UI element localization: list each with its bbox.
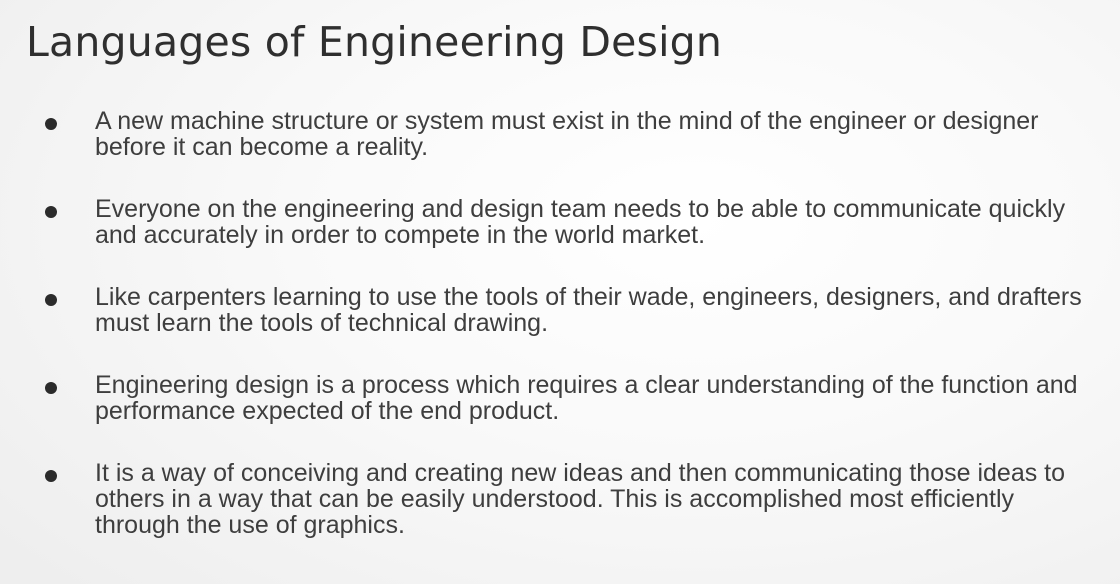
bullet-text: A new machine structure or system must e… xyxy=(95,107,1039,161)
presentation-slide: Languages of Engineering Design A new ma… xyxy=(0,0,1120,584)
bullet-text: Everyone on the engineering and design t… xyxy=(95,195,1066,249)
bullet-text: Engineering design is a process which re… xyxy=(95,371,1078,425)
bullet-dot-icon xyxy=(45,294,57,306)
slide-title: Languages of Engineering Design xyxy=(26,18,723,66)
bullet-dot-icon xyxy=(45,382,57,394)
bullet-text: Like carpenters learning to use the tool… xyxy=(95,283,1082,337)
bullet-text: It is a way of conceiving and creating n… xyxy=(95,459,1066,539)
bullet-dot-icon xyxy=(45,470,57,482)
bullet-dot-icon xyxy=(45,118,57,130)
bullet-dot-icon xyxy=(45,206,57,218)
